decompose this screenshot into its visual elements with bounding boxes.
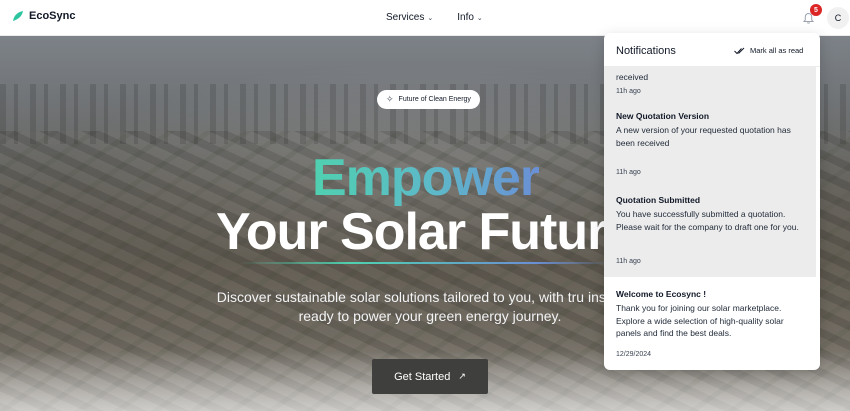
notifications-title: Notifications bbox=[616, 45, 676, 57]
nav-services-label: Services bbox=[386, 12, 425, 23]
notification-title: Welcome to Ecosync ! bbox=[616, 289, 707, 299]
mark-all-read-button[interactable]: Mark all as read bbox=[734, 46, 803, 55]
chevron-down-icon: ⌄ bbox=[427, 14, 434, 22]
notifications-header: Notifications Mark all as read bbox=[604, 33, 820, 67]
sparkle-icon: ✧ bbox=[386, 94, 394, 104]
notification-body: received bbox=[616, 72, 649, 82]
main-nav: Services ⌄ Info ⌄ bbox=[386, 12, 483, 23]
user-avatar[interactable]: C bbox=[827, 7, 849, 29]
hero-headline-white: Your Solar Futur bbox=[216, 203, 607, 261]
notification-time: 11h ago bbox=[616, 258, 641, 265]
hero-headline-gradient: Empower bbox=[312, 149, 540, 207]
leaf-icon bbox=[13, 11, 23, 21]
hero-subtitle: Discover sustainable solar solutions tai… bbox=[216, 289, 644, 324]
hero-tag-pill: ✧ Future of Clean Energy bbox=[377, 90, 480, 109]
notifications-button[interactable]: 5 bbox=[800, 4, 822, 28]
hero-tag-text: Future of Clean Energy bbox=[398, 96, 471, 103]
notification-item[interactable]: Welcome to Ecosync ! Thank you for joini… bbox=[604, 277, 816, 367]
double-check-icon bbox=[734, 47, 745, 54]
top-navbar: EcoSync Services ⌄ Info ⌄ 5 C bbox=[0, 0, 850, 36]
nav-info-label: Info bbox=[457, 12, 474, 23]
nav-services[interactable]: Services ⌄ bbox=[386, 12, 433, 23]
notification-item[interactable]: Quotation Submitted You have successfull… bbox=[604, 183, 816, 277]
notification-item[interactable]: received 11h ago bbox=[604, 67, 816, 103]
notification-body: A new version of your requested quotatio… bbox=[616, 125, 791, 148]
notification-title: New Quotation Version bbox=[616, 111, 710, 121]
brand-logo[interactable]: EcoSync bbox=[12, 10, 75, 22]
notification-time: 12/29/2024 bbox=[616, 351, 652, 358]
brand-name: EcoSync bbox=[29, 10, 76, 22]
notification-count-badge: 5 bbox=[810, 4, 822, 16]
chevron-down-icon: ⌄ bbox=[476, 14, 483, 22]
notification-item[interactable]: New Quotation Version A new version of y… bbox=[604, 103, 816, 183]
notification-title: Quotation Submitted bbox=[616, 195, 701, 205]
headline-underline bbox=[240, 262, 610, 264]
arrow-up-right-icon: ↗ bbox=[458, 371, 466, 381]
get-started-label: Get Started bbox=[394, 370, 451, 383]
nav-info[interactable]: Info ⌄ bbox=[457, 12, 483, 23]
notification-time: 11h ago bbox=[616, 88, 641, 95]
notifications-panel: Notifications Mark all as read received … bbox=[604, 33, 820, 370]
mark-all-read-label: Mark all as read bbox=[750, 46, 804, 55]
get-started-button[interactable]: Get Started ↗ bbox=[372, 359, 488, 394]
notification-body: You have successfully submitted a quotat… bbox=[616, 209, 799, 232]
notification-time: 11h ago bbox=[616, 169, 641, 176]
notification-body: Thank you for joining our solar marketpl… bbox=[616, 303, 784, 338]
